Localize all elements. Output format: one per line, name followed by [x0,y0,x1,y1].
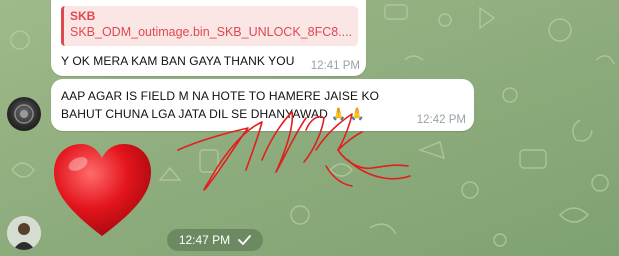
message-text: Y OK MERA KAM BAN GAYA THANK YOU [61,54,295,68]
message-time: 12:41 PM [310,60,360,72]
avatar-image [14,104,34,124]
avatar[interactable] [7,97,41,131]
sticker-time: 12:47 PM [178,233,231,247]
sent-check-icon [238,235,252,245]
reply-sender: SKB [70,9,96,23]
message-text: AAP AGAR IS FIELD M NA HOTE TO HAMERE JA… [61,89,380,121]
reply-quote[interactable]: SKB SKB_ODM_outimage.bin_SKB_UNLOCK_8FC8… [61,6,358,46]
heart-icon [54,144,151,236]
message-bubble[interactable]: AAP AGAR IS FIELD M NA HOTE TO HAMERE JA… [51,79,474,131]
sticker-time-pill: 12:47 PM [167,229,263,251]
heart-sticker[interactable] [50,140,155,240]
reply-file-name: SKB_ODM_outimage.bin_SKB_UNLOCK_8FC8.... [70,25,352,39]
message-bubble[interactable]: SKB SKB_ODM_outimage.bin_SKB_UNLOCK_8FC8… [51,0,366,76]
message-time: 12:42 PM [416,114,466,126]
avatar-image [7,216,41,250]
avatar[interactable] [7,216,41,250]
